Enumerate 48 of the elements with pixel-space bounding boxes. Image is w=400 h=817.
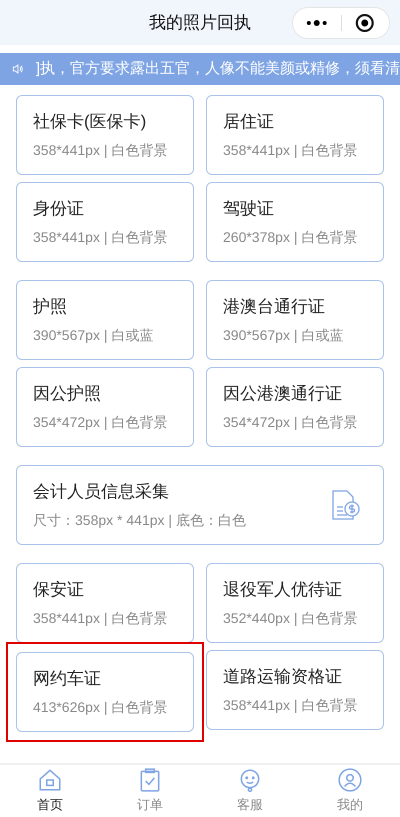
card-spec: 358*441px | 白色背景	[223, 141, 358, 160]
card-spec: 尺寸：358px * 441px | 底色：白色	[33, 511, 246, 530]
document-card[interactable]: 道路运输资格证 358*441px | 白色背景	[206, 650, 384, 730]
card-title: 因公护照	[33, 382, 102, 405]
card-spec: 390*567px | 白或蓝	[223, 326, 344, 346]
card-spec: 358*441px | 白色背景	[33, 228, 168, 248]
card-title: 港澳台通行证	[223, 296, 326, 318]
card-spec: 390*567px | 白或蓝	[33, 326, 154, 346]
document-card[interactable]: 因公港澳通行证 354*472px | 白色背景	[206, 367, 384, 447]
card-spec: 354*472px | 白色背景	[33, 413, 168, 432]
nav-tab[interactable]: 我的	[300, 765, 400, 817]
card-title: 居住证	[223, 110, 275, 133]
document-card[interactable]: 港澳台通行证 390*567px | 白或蓝	[206, 280, 384, 360]
window-title: 我的照片回执	[149, 12, 251, 34]
notice-text: ]执，官方要求露出五官，人像不能美颜或精修，须看清	[36, 58, 400, 79]
card-title: 身份证	[33, 198, 85, 220]
card-spec: 413*626px | 白色背景	[33, 698, 168, 718]
card-spec: 358*441px | 白色背景	[33, 141, 168, 160]
document-card[interactable]: 身份证 358*441px | 白色背景	[16, 182, 194, 262]
card-spec: 358*441px | 白色背景	[223, 696, 358, 716]
document-card[interactable]: 驾驶证 260*378px | 白色背景	[206, 182, 384, 262]
card-title: 会计人员信息采集	[33, 480, 170, 503]
card-spec: 260*378px | 白色背景	[223, 228, 358, 248]
card-title: 因公港澳通行证	[223, 382, 343, 405]
card-title: 护照	[33, 296, 68, 318]
document-card[interactable]: 护照 390*567px | 白或蓝	[16, 280, 194, 360]
nav-tab[interactable]: 订单	[100, 765, 200, 817]
document-card[interactable]: 居住证 358*441px | 白色背景	[206, 95, 384, 175]
card-spec: 358*441px | 白色背景	[33, 609, 168, 628]
document-card[interactable]: 网约车证 413*626px | 白色背景	[16, 652, 194, 732]
speaker-icon	[12, 61, 24, 77]
card-title: 保安证	[33, 578, 85, 601]
document-card[interactable]: 退役军人优待证 352*440px | 白色背景	[206, 563, 384, 643]
user-icon	[337, 767, 363, 794]
card-spec: 354*472px | 白色背景	[223, 413, 358, 432]
document-card[interactable]: 保安证 358*441px | 白色背景	[16, 563, 194, 643]
card-title: 社保卡(医保卡)	[33, 110, 148, 133]
card-title: 退役军人优待证	[223, 578, 343, 601]
document-card[interactable]: 社保卡(医保卡) 358*441px | 白色背景	[16, 95, 194, 175]
card-title: 网约车证	[33, 668, 102, 690]
nav-tab[interactable]: 客服	[200, 765, 300, 817]
nav-tab[interactable]: 首页	[0, 765, 100, 817]
card-title: 道路运输资格证	[223, 666, 343, 688]
home-icon	[37, 767, 63, 794]
document-card[interactable]: 因公护照 354*472px | 白色背景	[16, 367, 194, 447]
card-spec: 352*440px | 白色背景	[223, 609, 358, 628]
card-title: 驾驶证	[223, 198, 275, 220]
document-card[interactable]: 会计人员信息采集 尺寸：358px * 441px | 底色：白色	[16, 465, 384, 545]
